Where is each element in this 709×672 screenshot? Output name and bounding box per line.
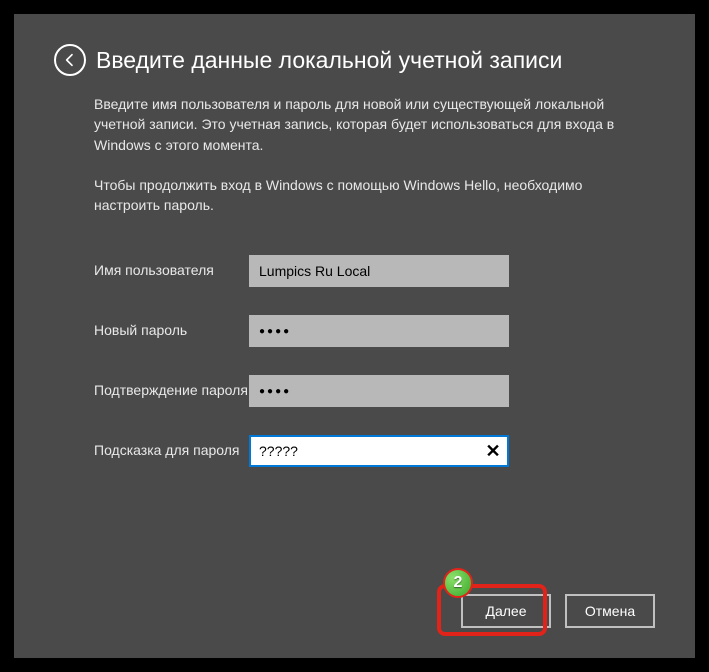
confirm-input-wrap <box>249 375 509 407</box>
note-text: Чтобы продолжить вход в Windows с помощь… <box>94 175 634 216</box>
page-title: Введите данные локальной учетной записи <box>96 47 562 74</box>
row-newpass: Новый пароль <box>94 315 655 347</box>
confirm-label: Подтверждение пароля <box>94 375 249 399</box>
username-input-wrap <box>249 255 509 287</box>
newpass-input-wrap <box>249 315 509 347</box>
row-username: Имя пользователя <box>94 255 655 287</box>
close-icon: ✕ <box>485 441 500 462</box>
dialog-footer: Далее Отмена <box>461 594 655 628</box>
newpass-input[interactable] <box>249 315 509 347</box>
newpass-label: Новый пароль <box>94 315 249 339</box>
annotation-badge-2: 2 <box>443 568 473 598</box>
dialog-header: Введите данные локальной учетной записи <box>54 44 655 76</box>
row-hint: Подсказка для пароля ✕ <box>94 435 655 467</box>
hint-input[interactable] <box>249 435 509 467</box>
cancel-button[interactable]: Отмена <box>565 594 655 628</box>
local-account-dialog: Введите данные локальной учетной записи … <box>14 14 695 658</box>
hint-label: Подсказка для пароля <box>94 435 249 459</box>
account-form: Имя пользователя Новый пароль Подтвержде… <box>94 255 655 467</box>
next-button[interactable]: Далее <box>461 594 551 628</box>
username-label: Имя пользователя <box>94 255 249 279</box>
confirm-input[interactable] <box>249 375 509 407</box>
clear-hint-button[interactable]: ✕ <box>481 439 505 463</box>
row-confirm: Подтверждение пароля <box>94 375 655 407</box>
hint-input-wrap: ✕ <box>249 435 509 467</box>
arrow-left-icon <box>62 52 78 68</box>
description-text: Введите имя пользователя и пароль для но… <box>94 94 634 155</box>
back-button[interactable] <box>54 44 86 76</box>
username-input[interactable] <box>249 255 509 287</box>
